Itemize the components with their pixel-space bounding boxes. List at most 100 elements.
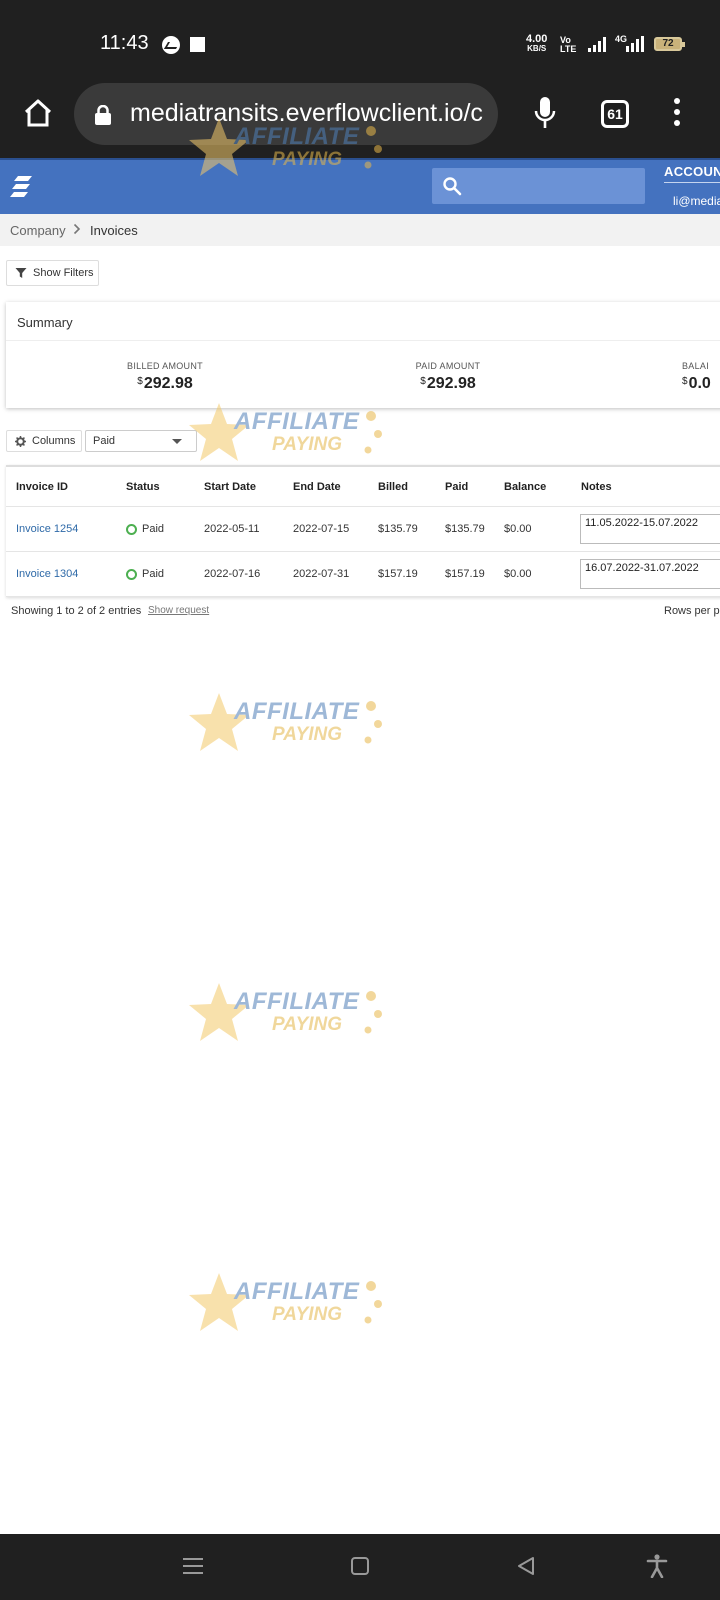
account-label[interactable]: ACCOUNT (664, 164, 720, 179)
column-header[interactable]: Billed (378, 481, 408, 493)
show-filters-button[interactable]: Show Filters (6, 260, 99, 286)
metric-value: $0.0 (682, 375, 711, 392)
column-header[interactable]: End Date (293, 481, 341, 493)
caret-down-icon (172, 439, 182, 444)
watermark-line1: AFFILIATE (234, 988, 360, 1015)
watermark: AFFILIATE PAYING (186, 400, 386, 470)
invoice-link[interactable]: Invoice 1254 (16, 523, 78, 535)
battery-icon: 72 (654, 37, 685, 51)
sparkle-icon (364, 991, 382, 1034)
watermark: AFFILIATE PAYING (186, 690, 386, 760)
paid-amount: $157.19 (445, 568, 485, 580)
column-header[interactable]: Status (126, 481, 160, 493)
column-header[interactable]: Balance (504, 481, 546, 493)
watermark-line2: PAYING (272, 434, 343, 455)
back-triangle-icon[interactable] (516, 1556, 536, 1576)
accessibility-icon[interactable] (646, 1554, 668, 1578)
filter-icon (15, 268, 27, 278)
chevron-right-icon (73, 223, 81, 235)
entries-summary: Showing 1 to 2 of 2 entries (11, 605, 142, 617)
status-filter-select[interactable]: Paid (85, 430, 197, 452)
invoice-link[interactable]: Invoice 1304 (16, 568, 78, 580)
kebab-menu-icon[interactable] (674, 98, 680, 128)
balance-amount: $0.00 (504, 568, 532, 580)
metric-label: PAID AMOUNT (415, 361, 481, 371)
billed-amount-metric: BILLED AMOUNT $292.98 (110, 361, 220, 393)
breadcrumb: Company Invoices (0, 214, 720, 246)
end-date: 2022-07-31 (293, 568, 350, 580)
balance-metric: BALAI $0.0 (682, 361, 720, 393)
watermark-line1: AFFILIATE (234, 408, 360, 435)
tab-count: 61 (607, 106, 623, 122)
metric-label: BALAI (682, 361, 710, 371)
balance-amount: $0.00 (504, 523, 532, 535)
watermark-line1: AFFILIATE (234, 1278, 360, 1305)
signal-icon (588, 36, 606, 52)
net-speed: 4.00 KB/S (526, 34, 547, 54)
columns-button[interactable]: Columns (6, 430, 82, 452)
status-circle-icon (126, 569, 137, 580)
breadcrumb-company[interactable]: Company (10, 223, 66, 238)
signal-icon-secondary (626, 36, 644, 52)
watermark-line1: AFFILIATE (234, 123, 360, 150)
battery-level: 72 (662, 38, 674, 49)
sparkle-icon (364, 126, 382, 169)
messenger-icon (162, 36, 180, 54)
show-request-link[interactable]: Show request (148, 605, 209, 616)
column-header[interactable]: Invoice ID (16, 481, 68, 493)
tabs-icon[interactable]: 61 (601, 100, 629, 128)
summary-divider (6, 340, 720, 341)
column-header[interactable]: Paid (445, 481, 468, 493)
system-navigation-bar (0, 1534, 720, 1600)
home-square-icon[interactable] (351, 1557, 369, 1575)
watermark: AFFILIATE PAYING (186, 980, 386, 1050)
summary-title: Summary (17, 315, 73, 330)
notes-field[interactable]: 11.05.2022-15.07.2022 (580, 514, 720, 544)
metric-value: $292.98 (420, 375, 476, 392)
search-icon (443, 177, 462, 196)
watermark-line2: PAYING (272, 1304, 343, 1325)
metric-value: $292.98 (137, 375, 193, 392)
watermark-line2: PAYING (272, 724, 343, 745)
everflow-logo-icon[interactable] (10, 174, 34, 200)
volte-indicator: Vo LTE (560, 36, 576, 54)
watermark: AFFILIATE PAYING (186, 115, 386, 185)
table-row: Invoice 1254 Paid 2022-05-11 2022-07-15 … (6, 507, 720, 552)
notes-field[interactable]: 16.07.2022-31.07.2022 (580, 559, 720, 589)
status-time: 11:43 (100, 32, 149, 54)
metric-label: BILLED AMOUNT (127, 361, 203, 371)
gear-icon (15, 436, 26, 447)
watermark: AFFILIATE PAYING (186, 1270, 386, 1340)
table-header: Invoice ID Status Start Date End Date Bi… (6, 467, 720, 507)
show-filters-label: Show Filters (33, 267, 94, 279)
sparkle-icon (364, 701, 382, 744)
sparkle-icon (364, 1281, 382, 1324)
watermark-line2: PAYING (272, 1014, 343, 1035)
rows-per-page-label: Rows per p (664, 605, 720, 617)
start-date: 2022-07-16 (204, 568, 261, 580)
status-circle-icon (126, 524, 137, 535)
billed-amount: $157.19 (378, 568, 418, 580)
lock-icon (95, 105, 111, 125)
start-date: 2022-05-11 (204, 523, 260, 535)
summary-card: Summary BILLED AMOUNT $292.98 PAID AMOUN… (6, 302, 720, 408)
paid-amount-metric: PAID AMOUNT $292.98 (393, 361, 503, 393)
net-speed-unit: KB/S (527, 44, 547, 53)
search-input[interactable] (432, 168, 645, 204)
column-header[interactable]: Notes (581, 481, 612, 493)
square-notification-icon (190, 37, 205, 52)
status-text: Paid (142, 568, 165, 580)
watermark-line2: PAYING (272, 149, 343, 170)
column-header[interactable]: Start Date (204, 481, 256, 493)
recents-icon[interactable] (183, 1558, 203, 1574)
mic-icon[interactable] (533, 96, 557, 130)
volte-line2: LTE (560, 44, 577, 54)
account-email[interactable]: li@media (673, 194, 720, 208)
home-icon[interactable] (22, 97, 54, 129)
status-bar: 11:43 4.00 KB/S Vo LTE 4G 72 (0, 0, 720, 80)
invoices-table: Invoice ID Status Start Date End Date Bi… (6, 465, 720, 597)
breadcrumb-invoices: Invoices (90, 223, 138, 238)
paid-amount: $135.79 (445, 523, 485, 535)
columns-label: Columns (32, 435, 76, 447)
table-row: Invoice 1304 Paid 2022-07-16 2022-07-31 … (6, 552, 720, 597)
